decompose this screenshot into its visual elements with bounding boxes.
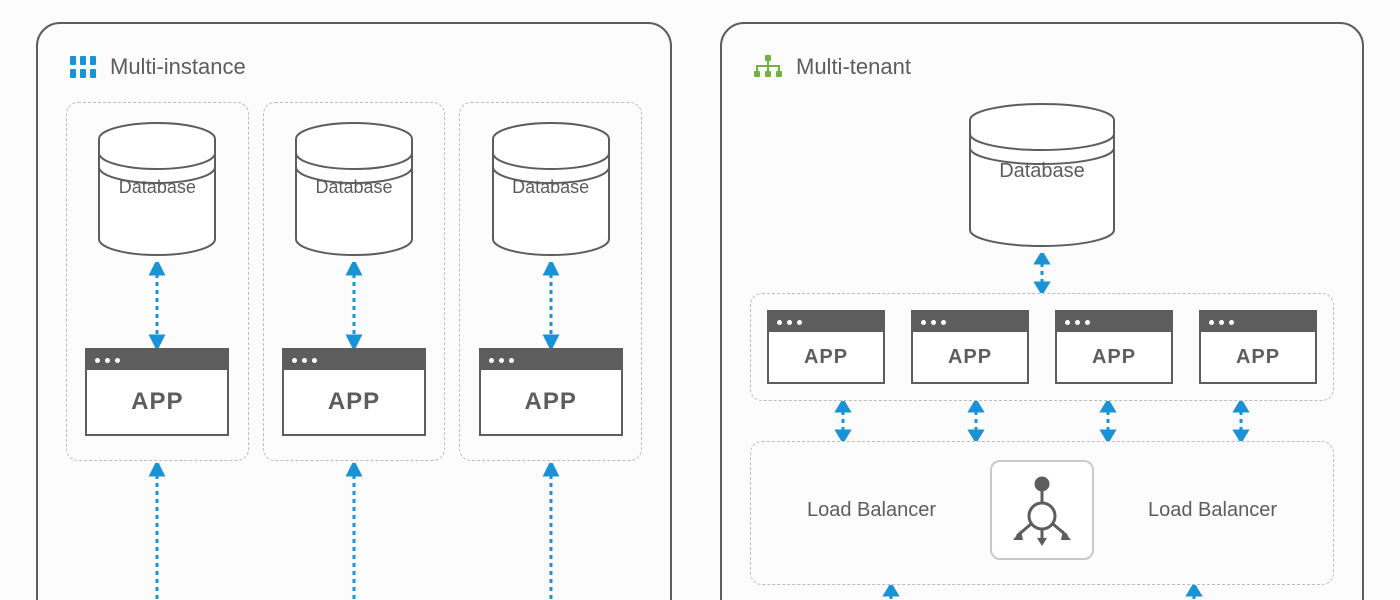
app-window-icon: APP	[1055, 310, 1173, 384]
app-group: APP APP APP APP	[750, 293, 1334, 401]
app-window-icon: APP	[479, 348, 623, 436]
app-window-icon: APP	[911, 310, 1029, 384]
hierarchy-icon	[754, 55, 782, 79]
app-label: APP	[481, 370, 621, 434]
bidirectional-arrow-icon	[541, 262, 561, 348]
app-window-icon: APP	[767, 310, 885, 384]
bidirectional-arrow-icon	[833, 401, 853, 441]
bidirectional-arrow-icon	[881, 585, 901, 600]
app-label: APP	[284, 370, 424, 434]
bidirectional-arrow-icon	[1032, 253, 1052, 293]
bidirectional-arrow-icon	[147, 463, 167, 600]
bidirectional-arrow-icon	[1231, 401, 1251, 441]
diagram-canvas: Multi-instance Database	[0, 0, 1400, 600]
panel-multi-instance: Multi-instance Database	[36, 22, 672, 600]
app-label: APP	[1057, 332, 1171, 382]
panel-multi-tenant: Multi-tenant Database	[720, 22, 1364, 600]
database-icon: Database	[92, 121, 222, 262]
app-window-icon: APP	[282, 348, 426, 436]
app-label: APP	[769, 332, 883, 382]
load-balancer-group: Load Balancer	[750, 441, 1334, 585]
bidirectional-arrow-icon	[1184, 585, 1204, 600]
bidirectional-arrow-icon	[147, 262, 167, 348]
load-balancer-label: Load Balancer	[767, 499, 976, 522]
grid-icon	[70, 56, 96, 78]
database-label: Database	[999, 160, 1085, 183]
bidirectional-arrow-icon	[541, 463, 561, 600]
instance-cell: Database APP	[263, 102, 446, 461]
app-window-icon: APP	[85, 348, 229, 436]
bidirectional-arrow-icon	[1098, 401, 1118, 441]
bidirectional-arrow-icon	[966, 401, 986, 441]
database-label: Database	[512, 177, 589, 198]
app-label: APP	[1201, 332, 1315, 382]
panel-title-text: Multi-tenant	[796, 54, 911, 80]
instance-cell: Database APP	[66, 102, 249, 461]
database-icon: Database	[289, 121, 419, 262]
app-label: APP	[87, 370, 227, 434]
instance-cell: Database APP	[459, 102, 642, 461]
panel-title-multi-tenant: Multi-tenant	[750, 54, 1334, 80]
load-balancer-icon	[990, 460, 1094, 560]
database-icon: Database	[977, 102, 1107, 253]
app-window-icon: APP	[1199, 310, 1317, 384]
instance-row: Database APP	[66, 102, 642, 461]
panel-title-multi-instance: Multi-instance	[66, 54, 642, 80]
bidirectional-arrow-icon	[344, 463, 364, 600]
instance-tail-arrows	[66, 463, 642, 600]
bidirectional-arrow-icon	[344, 262, 364, 348]
lb-tail-arrows	[750, 585, 1334, 600]
database-icon: Database	[486, 121, 616, 262]
app-to-lb-arrows	[750, 401, 1334, 441]
panel-title-text: Multi-instance	[110, 54, 246, 80]
database-label: Database	[315, 177, 392, 198]
database-label: Database	[119, 177, 196, 198]
app-label: APP	[913, 332, 1027, 382]
load-balancer-label: Load Balancer	[1108, 499, 1317, 522]
